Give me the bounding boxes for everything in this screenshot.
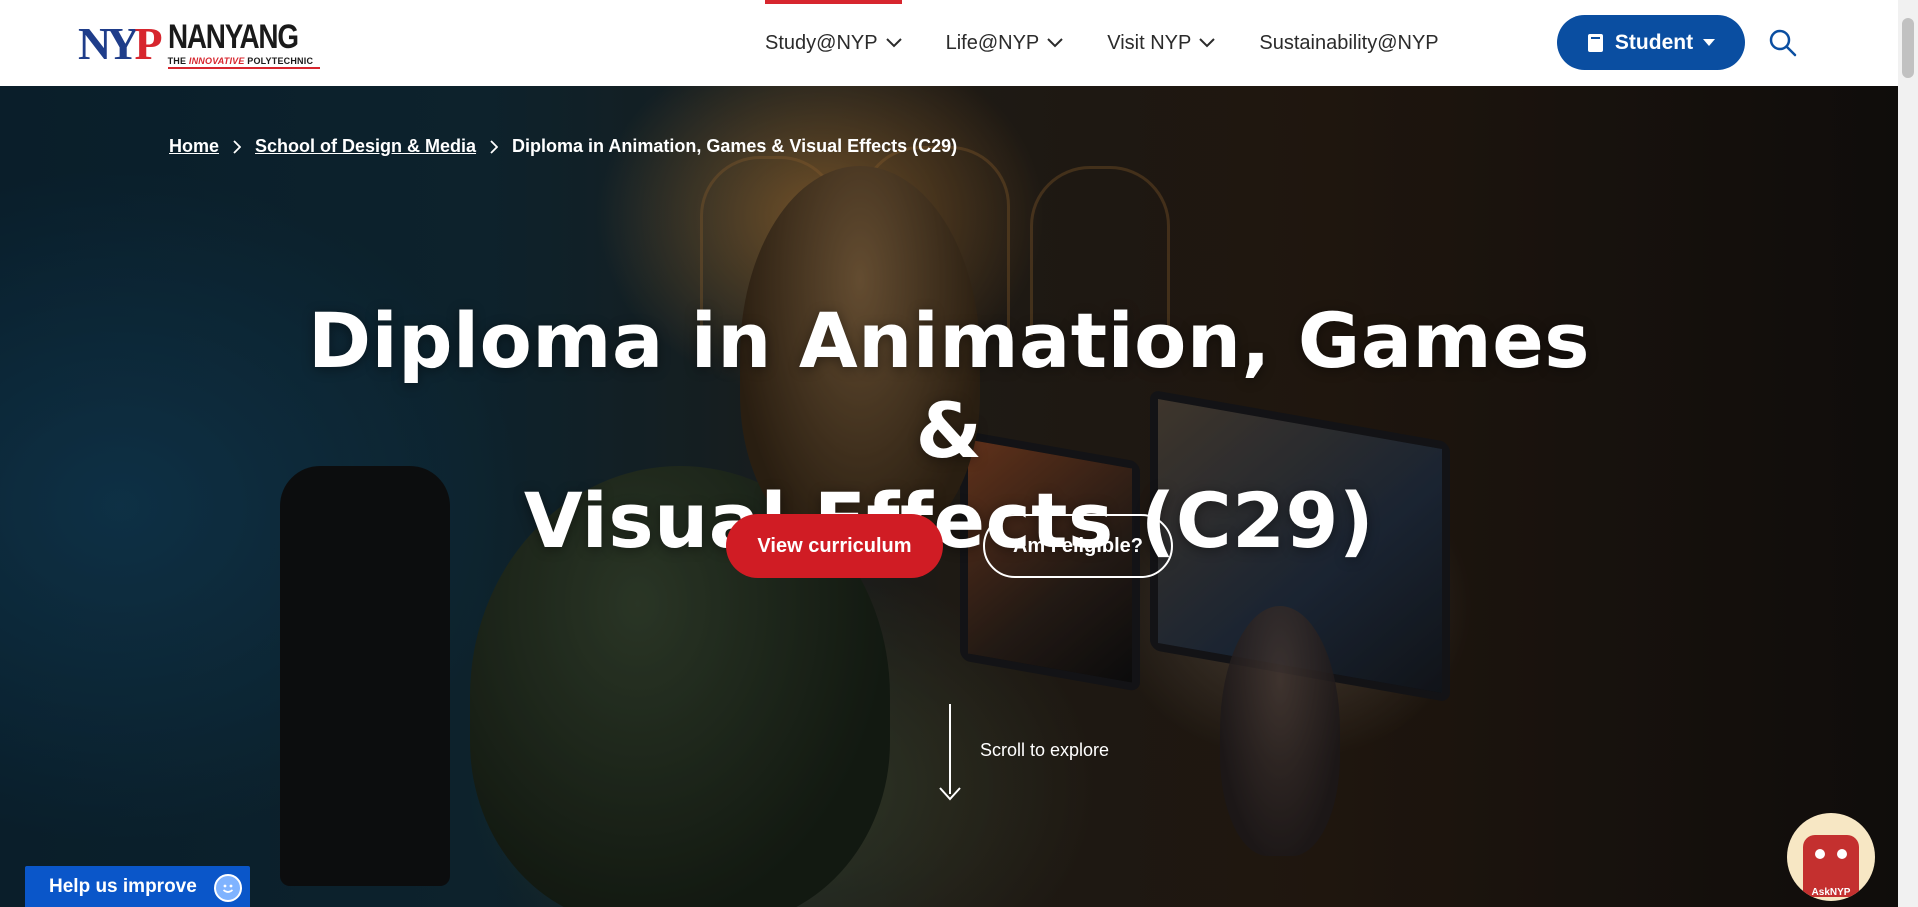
logo-tagline: THE INNOVATIVE POLYTECHNIC <box>167 56 320 69</box>
robot-icon: AskNYP <box>1803 835 1859 898</box>
nav-visit[interactable]: Visit NYP <box>1107 0 1216 86</box>
arrow-down-icon <box>939 787 961 801</box>
site-header: NYP NANYANG THE INNOVATIVE POLYTECHNIC S… <box>0 0 1898 86</box>
logo-mark: NYP <box>78 18 163 69</box>
breadcrumb-school[interactable]: School of Design & Media <box>255 136 476 157</box>
nav-sustainability[interactable]: Sustainability@NYP <box>1259 0 1438 86</box>
search-icon[interactable] <box>1768 28 1798 58</box>
page-title: Diploma in Animation, Games & Visual Eff… <box>308 296 1590 565</box>
book-icon <box>1587 33 1605 53</box>
help-us-improve-button[interactable]: Help us improve <box>25 866 250 907</box>
smiley-icon <box>214 874 242 902</box>
caret-down-icon <box>1703 38 1716 47</box>
scrollbar-thumb[interactable] <box>1902 18 1914 78</box>
hero-banner: Home School of Design & Media Diploma in… <box>0 86 1898 907</box>
breadcrumb-current: Diploma in Animation, Games & Visual Eff… <box>512 136 958 156</box>
breadcrumb: Home School of Design & Media Diploma in… <box>169 136 957 157</box>
scroll-to-explore[interactable]: Scroll to explore <box>980 740 1109 761</box>
chevron-right-icon <box>233 139 242 154</box>
view-curriculum-button[interactable]: View curriculum <box>726 514 943 578</box>
nav-life[interactable]: Life@NYP <box>946 0 1064 86</box>
am-i-eligible-button[interactable]: Am I eligible? <box>983 514 1173 578</box>
chevron-down-icon <box>1199 38 1216 48</box>
chevron-down-icon <box>1047 38 1063 48</box>
student-button[interactable]: Student <box>1557 15 1745 70</box>
logo-name: NANYANG <box>167 17 299 56</box>
nyp-logo[interactable]: NYP NANYANG THE INNOVATIVE POLYTECHNIC <box>78 16 328 72</box>
scroll-indicator-line <box>949 704 951 794</box>
chevron-right-icon <box>490 139 499 154</box>
nav-study[interactable]: Study@NYP <box>765 0 902 86</box>
chevron-down-icon <box>885 38 902 48</box>
main-nav: Study@NYP Life@NYP Visit NYP Sustainabil… <box>765 0 1439 86</box>
asknyp-chatbot-button[interactable]: AskNYP <box>1787 813 1875 901</box>
page-scrollbar[interactable] <box>1898 0 1918 907</box>
breadcrumb-home[interactable]: Home <box>169 136 219 157</box>
